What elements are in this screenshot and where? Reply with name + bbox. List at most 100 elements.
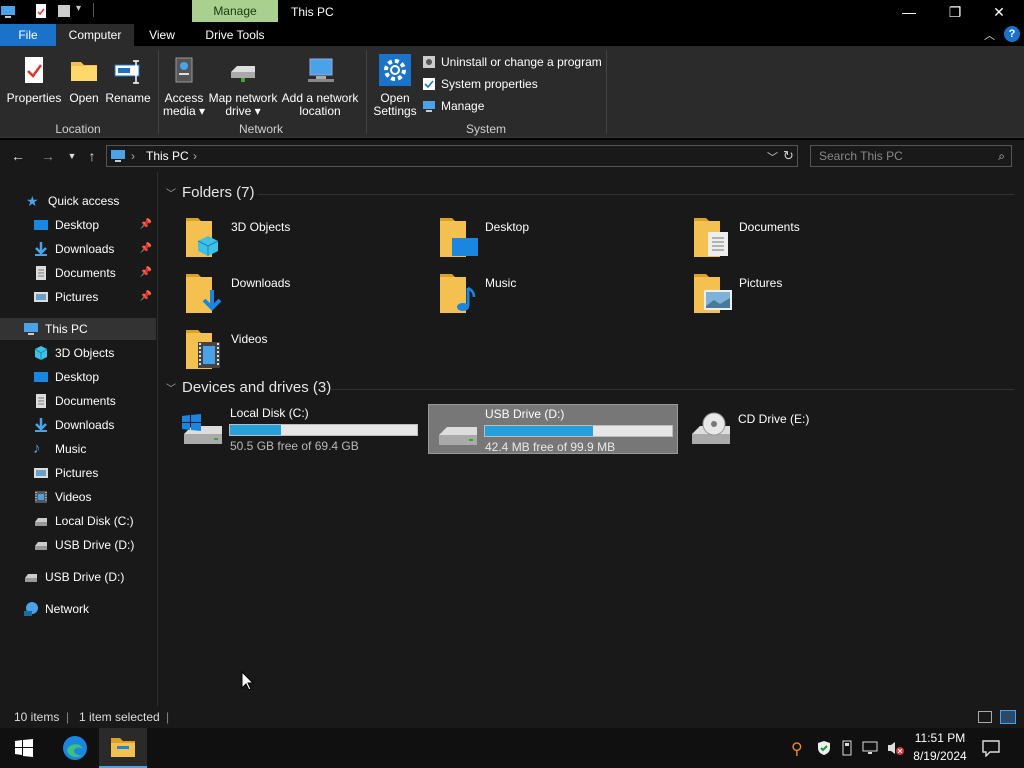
manage-button[interactable]: Manage xyxy=(422,96,484,116)
tab-view[interactable]: View xyxy=(140,24,184,46)
nav-item-quick-documents[interactable]: Documents 📌 xyxy=(0,262,156,284)
recent-locations-icon[interactable]: ▼ xyxy=(62,146,82,166)
pin-icon[interactable]: 📌 xyxy=(140,238,152,260)
nav-label: Desktop xyxy=(55,218,100,232)
section-header-folders[interactable]: ﹀ Folders (7) xyxy=(166,184,255,201)
minimize-button[interactable]: — xyxy=(886,0,932,24)
up-arrow-icon[interactable]: ↑ xyxy=(82,146,102,166)
open-button[interactable]: Open xyxy=(64,54,104,105)
nav-item-quick-downloads[interactable]: Downloads 📌 xyxy=(0,238,156,260)
nav-item-downloads[interactable]: Downloads xyxy=(0,414,156,436)
network-status-icon[interactable] xyxy=(862,740,878,756)
folder-label: Pictures xyxy=(739,276,783,290)
nav-item-desktop[interactable]: Desktop xyxy=(0,366,156,388)
nav-item-videos[interactable]: Videos xyxy=(0,486,156,508)
properties-button[interactable]: Properties xyxy=(6,54,62,105)
security-shield-icon[interactable] xyxy=(816,740,832,756)
usb-eject-icon[interactable] xyxy=(840,740,854,756)
address-dropdown-icon[interactable]: ﹀ xyxy=(767,149,778,165)
nav-item-usb-drive-d[interactable]: USB Drive (D:) xyxy=(0,534,156,556)
drive-usage-bar xyxy=(484,425,673,437)
system-properties-button[interactable]: System properties xyxy=(422,74,538,94)
open-settings-button[interactable]: Open Settings xyxy=(372,54,418,118)
folder-3d-objects[interactable]: 3D Objects xyxy=(184,214,434,268)
nav-item-this-pc[interactable]: This PC xyxy=(0,318,156,340)
edge-icon xyxy=(63,736,87,760)
details-view-icon[interactable] xyxy=(978,711,992,723)
volume-muted-icon[interactable] xyxy=(886,740,904,756)
nav-item-pictures[interactable]: Pictures xyxy=(0,462,156,484)
large-icons-view-icon[interactable] xyxy=(1000,710,1016,724)
nav-item-local-disk-c[interactable]: Local Disk (C:) xyxy=(0,510,156,532)
rename-button[interactable]: Rename xyxy=(104,54,152,105)
search-input[interactable]: Search This PC ⌕ xyxy=(810,145,1012,167)
search-icon[interactable]: ⌕ xyxy=(998,146,1005,166)
music-folder-icon xyxy=(440,274,476,313)
maximize-button[interactable]: ❐ xyxy=(932,0,978,24)
address-bar[interactable]: › This PC › ﹀ ↻ xyxy=(106,145,798,167)
pin-icon[interactable]: 📌 xyxy=(140,286,152,308)
selection-count: 1 item selected xyxy=(79,710,160,724)
tab-computer[interactable]: Computer xyxy=(56,24,134,46)
nav-item-quick-access[interactable]: ★ Quick access xyxy=(0,190,156,212)
map-drive-label-2: drive ▾ xyxy=(225,104,261,118)
search-magnifier-icon[interactable]: ⚲ xyxy=(791,739,803,759)
nav-item-usb-drive-root[interactable]: USB Drive (D:) xyxy=(0,566,156,588)
nav-item-documents[interactable]: Documents xyxy=(0,390,156,412)
properties-quick-icon[interactable] xyxy=(33,3,49,19)
clock-time[interactable]: 11:51 PM xyxy=(912,731,968,745)
back-arrow-icon[interactable]: ← xyxy=(8,146,28,166)
collapse-ribbon-icon[interactable]: ︿ xyxy=(984,27,995,43)
nav-item-network[interactable]: Network xyxy=(0,598,156,620)
contextual-tab-manage[interactable]: Manage xyxy=(192,0,278,22)
nav-item-3d-objects[interactable]: 3D Objects xyxy=(0,342,156,364)
access-media-label-2: media ▾ xyxy=(162,104,206,118)
start-button[interactable] xyxy=(0,728,48,768)
help-icon[interactable]: ? xyxy=(1004,26,1020,42)
forward-arrow-icon[interactable]: → xyxy=(38,146,58,166)
folder-music[interactable]: Music xyxy=(438,270,688,324)
drive-cd-e[interactable]: CD Drive (E:) xyxy=(682,404,932,454)
tab-file[interactable]: File xyxy=(0,24,56,46)
add-network-location-button[interactable]: Add a network location xyxy=(281,54,359,118)
section-header-devices[interactable]: ﹀ Devices and drives (3) xyxy=(166,379,331,396)
3d-objects-folder-icon xyxy=(186,218,219,257)
breadcrumb-this-pc[interactable]: This PC xyxy=(146,149,189,163)
refresh-icon[interactable]: ↻ xyxy=(783,148,794,164)
new-folder-quick-icon[interactable] xyxy=(56,3,72,19)
map-network-drive-button[interactable]: Map network drive ▾ xyxy=(207,54,279,118)
uninstall-program-button[interactable]: Uninstall or change a program xyxy=(422,52,602,72)
drive-usb-d[interactable]: USB Drive (D:) 42.4 MB free of 99.9 MB xyxy=(428,404,678,454)
close-button[interactable]: ✕ xyxy=(976,0,1022,24)
access-media-button[interactable]: Access media ▾ xyxy=(162,54,206,118)
breadcrumb-separator[interactable]: › xyxy=(193,149,197,163)
folder-downloads[interactable]: Downloads xyxy=(184,270,434,324)
pictures-icon xyxy=(34,292,48,302)
folder-documents[interactable]: Documents xyxy=(692,214,942,268)
nav-item-quick-desktop[interactable]: Desktop 📌 xyxy=(0,214,156,236)
customize-quick-access-icon[interactable]: ▾ xyxy=(76,3,92,19)
pin-icon[interactable]: 📌 xyxy=(140,214,152,236)
nav-item-quick-pictures[interactable]: Pictures 📌 xyxy=(0,286,156,308)
file-explorer-icon xyxy=(111,738,135,757)
clock-date[interactable]: 8/19/2024 xyxy=(908,749,972,763)
nav-label: Desktop xyxy=(55,370,100,384)
tab-drive-tools[interactable]: Drive Tools xyxy=(192,24,278,46)
file-explorer-taskbar-button[interactable] xyxy=(99,728,147,768)
drive-local-disk-c[interactable]: Local Disk (C:) 50.5 GB free of 69.4 GB xyxy=(174,404,424,454)
nav-item-music[interactable]: ♪ Music xyxy=(0,438,156,460)
notifications-icon[interactable] xyxy=(982,739,1000,757)
chevron-down-icon: ﹀ xyxy=(166,189,176,200)
edge-taskbar-button[interactable] xyxy=(51,728,99,768)
folder-desktop[interactable]: Desktop xyxy=(438,214,688,268)
hard-drive-icon xyxy=(35,518,47,526)
folder-videos[interactable]: Videos xyxy=(184,326,434,380)
pin-icon[interactable]: 📌 xyxy=(140,262,152,284)
music-note-icon: ♪ xyxy=(33,440,41,457)
drive-usage-bar xyxy=(229,424,418,436)
documents-icon xyxy=(36,266,46,280)
folder-pictures[interactable]: Pictures xyxy=(692,270,942,324)
cd-drive-icon xyxy=(692,412,730,444)
nav-label: Music xyxy=(55,442,87,456)
windows-hard-drive-icon xyxy=(182,414,222,444)
